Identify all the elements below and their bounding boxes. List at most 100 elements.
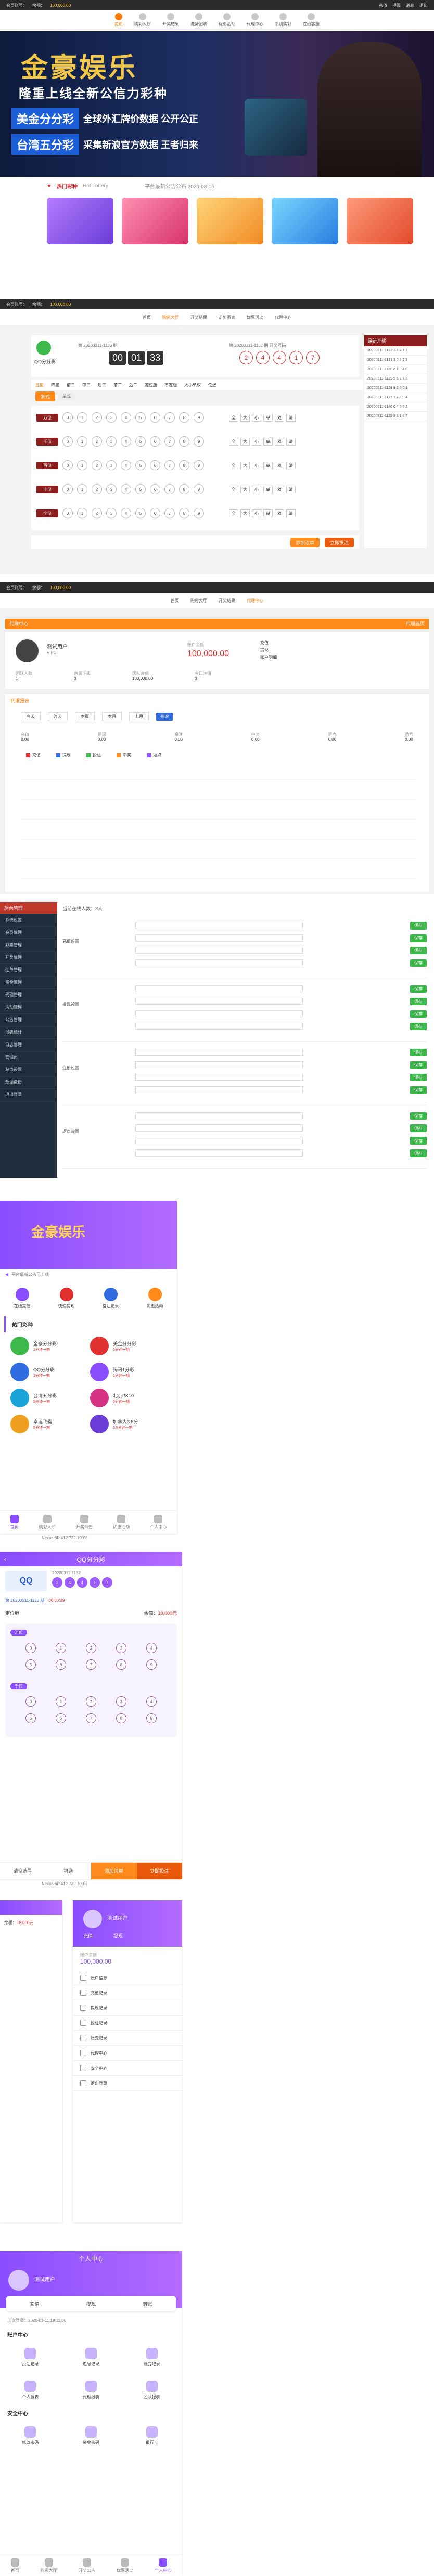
admin-menu-item[interactable]: 退出登录 — [0, 1089, 57, 1101]
tab-4[interactable]: 个人中心 — [150, 1514, 167, 1530]
subtab-single[interactable]: 单式 — [58, 393, 75, 400]
play-tab[interactable]: 后三 — [98, 382, 106, 388]
drawer-menu-item[interactable]: 安全中心 — [73, 2061, 182, 2076]
digit-ball[interactable]: 4 — [121, 460, 131, 470]
center-grid-item[interactable]: 个人报表 — [0, 2381, 61, 2400]
admin-input[interactable] — [135, 985, 303, 992]
center-grid-item[interactable]: 账变记录 — [121, 2348, 182, 2367]
digit-ball[interactable]: 0 — [62, 460, 73, 470]
nav-home[interactable]: 首页 — [171, 598, 179, 604]
digit-ball[interactable]: 4 — [146, 1643, 157, 1653]
digit-ball[interactable]: 0 — [62, 508, 73, 518]
drawer-menu-item[interactable]: 账变记录 — [73, 2031, 182, 2046]
nav-trend[interactable]: 走势图表 — [219, 315, 235, 320]
save-button[interactable]: 保存 — [410, 1112, 427, 1120]
center-top-action[interactable]: 转账 — [143, 2300, 152, 2307]
search-button[interactable]: 查询 — [156, 713, 173, 721]
nav-results[interactable]: 开奖结果 — [219, 598, 235, 604]
filter-button[interactable]: 大 — [240, 413, 250, 422]
quick-action[interactable]: 优惠活动 — [147, 1288, 163, 1309]
digit-ball[interactable]: 3 — [106, 412, 117, 423]
digit-ball[interactable]: 4 — [121, 412, 131, 423]
digit-ball[interactable]: 0 — [62, 484, 73, 494]
admin-input[interactable] — [135, 998, 303, 1005]
digit-ball[interactable]: 7 — [164, 484, 175, 494]
digit-ball[interactable]: 3 — [106, 484, 117, 494]
play-tab[interactable]: 后二 — [129, 382, 137, 388]
filter-button[interactable]: 大 — [240, 509, 250, 517]
digit-ball[interactable]: 2 — [92, 412, 102, 423]
admin-input[interactable] — [135, 1137, 303, 1144]
digit-ball[interactable]: 8 — [179, 436, 189, 447]
hot-game-card[interactable] — [197, 198, 263, 244]
subtab-complex[interactable]: 复式 — [35, 391, 56, 401]
digit-ball[interactable]: 8 — [116, 1713, 126, 1723]
admin-input[interactable] — [135, 1149, 303, 1157]
nav-trend[interactable]: 走势图表 — [190, 12, 207, 27]
admin-menu-item[interactable]: 系统设置 — [0, 914, 57, 926]
nav-home[interactable]: 首页 — [114, 12, 123, 27]
nav-results[interactable]: 开奖结果 — [162, 12, 179, 27]
report-filter[interactable]: 本周 — [75, 712, 95, 721]
footer-button[interactable]: 立即投注 — [136, 1863, 182, 1879]
center-grid-item[interactable]: 代理报表 — [61, 2381, 122, 2400]
game-item[interactable]: 腾讯1分彩 1分钟一期 — [90, 1363, 167, 1381]
play-tab[interactable]: 前三 — [67, 382, 75, 388]
back-icon[interactable]: ‹ — [4, 1555, 6, 1563]
quick-action[interactable]: 快速提现 — [58, 1288, 75, 1309]
mobile-banner[interactable]: 金豪娱乐 — [0, 1201, 177, 1269]
play-tab[interactable]: 任选 — [208, 382, 216, 388]
filter-button[interactable]: 清 — [286, 413, 296, 422]
admin-input[interactable] — [135, 1112, 303, 1119]
digit-ball[interactable]: 2 — [92, 484, 102, 494]
filter-button[interactable]: 小 — [252, 485, 261, 493]
nav-promo[interactable]: 优惠活动 — [219, 12, 235, 27]
digit-ball[interactable]: 5 — [25, 1659, 36, 1670]
legend-item[interactable]: 充值 — [26, 752, 41, 758]
digit-ball[interactable]: 7 — [86, 1713, 96, 1723]
digit-ball[interactable]: 6 — [56, 1713, 66, 1723]
report-filter[interactable]: 上月 — [129, 712, 149, 721]
admin-input[interactable] — [135, 1010, 303, 1017]
digit-ball[interactable]: 1 — [56, 1643, 66, 1653]
admin-menu-item[interactable]: 活动管理 — [0, 1001, 57, 1014]
legend-item[interactable]: 返点 — [147, 752, 161, 758]
digit-ball[interactable]: 2 — [86, 1696, 96, 1707]
mobile-play-select[interactable]: 定位胆 — [5, 1610, 19, 1616]
game-item[interactable]: 加拿大3.5分 3.5分钟一期 — [90, 1415, 167, 1433]
drawer-withdraw-button[interactable]: 提现 — [113, 1932, 123, 1939]
save-button[interactable]: 保存 — [410, 985, 427, 993]
filter-button[interactable]: 小 — [252, 437, 261, 446]
report-filter[interactable]: 本月 — [102, 712, 122, 721]
hot-game-card[interactable] — [122, 198, 188, 244]
game-item[interactable]: 台湾五分彩 5分钟一期 — [10, 1389, 87, 1407]
digit-ball[interactable]: 6 — [150, 412, 160, 423]
save-button[interactable]: 保存 — [410, 1136, 427, 1145]
filter-button[interactable]: 全 — [229, 509, 238, 517]
filter-button[interactable]: 双 — [275, 413, 284, 422]
digit-ball[interactable]: 1 — [77, 436, 87, 447]
drawer-recharge-button[interactable]: 充值 — [83, 1932, 93, 1939]
digit-ball[interactable]: 9 — [194, 412, 204, 423]
digit-ball[interactable]: 6 — [150, 460, 160, 470]
hot-game-card[interactable] — [47, 198, 113, 244]
digit-ball[interactable]: 9 — [146, 1713, 157, 1723]
admin-input[interactable] — [135, 947, 303, 954]
save-button[interactable]: 保存 — [410, 1061, 427, 1069]
top-link-recharge[interactable]: 充值 — [379, 3, 387, 8]
admin-input[interactable] — [135, 1086, 303, 1093]
nav-service[interactable]: 在线客服 — [303, 12, 320, 27]
filter-button[interactable]: 全 — [229, 461, 238, 469]
nav-results[interactable]: 开奖结果 — [190, 315, 207, 320]
filter-button[interactable]: 双 — [275, 461, 284, 469]
admin-menu-item[interactable]: 站点设置 — [0, 1064, 57, 1076]
nav-agent[interactable]: 代理中心 — [247, 12, 263, 27]
filter-button[interactable]: 大 — [240, 461, 250, 469]
nav-agent[interactable]: 代理中心 — [247, 598, 263, 604]
filter-button[interactable]: 清 — [286, 485, 296, 493]
drawer-menu-item[interactable]: 投注记录 — [73, 2016, 182, 2031]
center-top-action[interactable]: 提现 — [86, 2300, 96, 2307]
tab-2[interactable]: 开奖公告 — [79, 2558, 95, 2573]
report-filter[interactable]: 昨天 — [48, 712, 68, 721]
admin-input[interactable] — [135, 1049, 303, 1056]
